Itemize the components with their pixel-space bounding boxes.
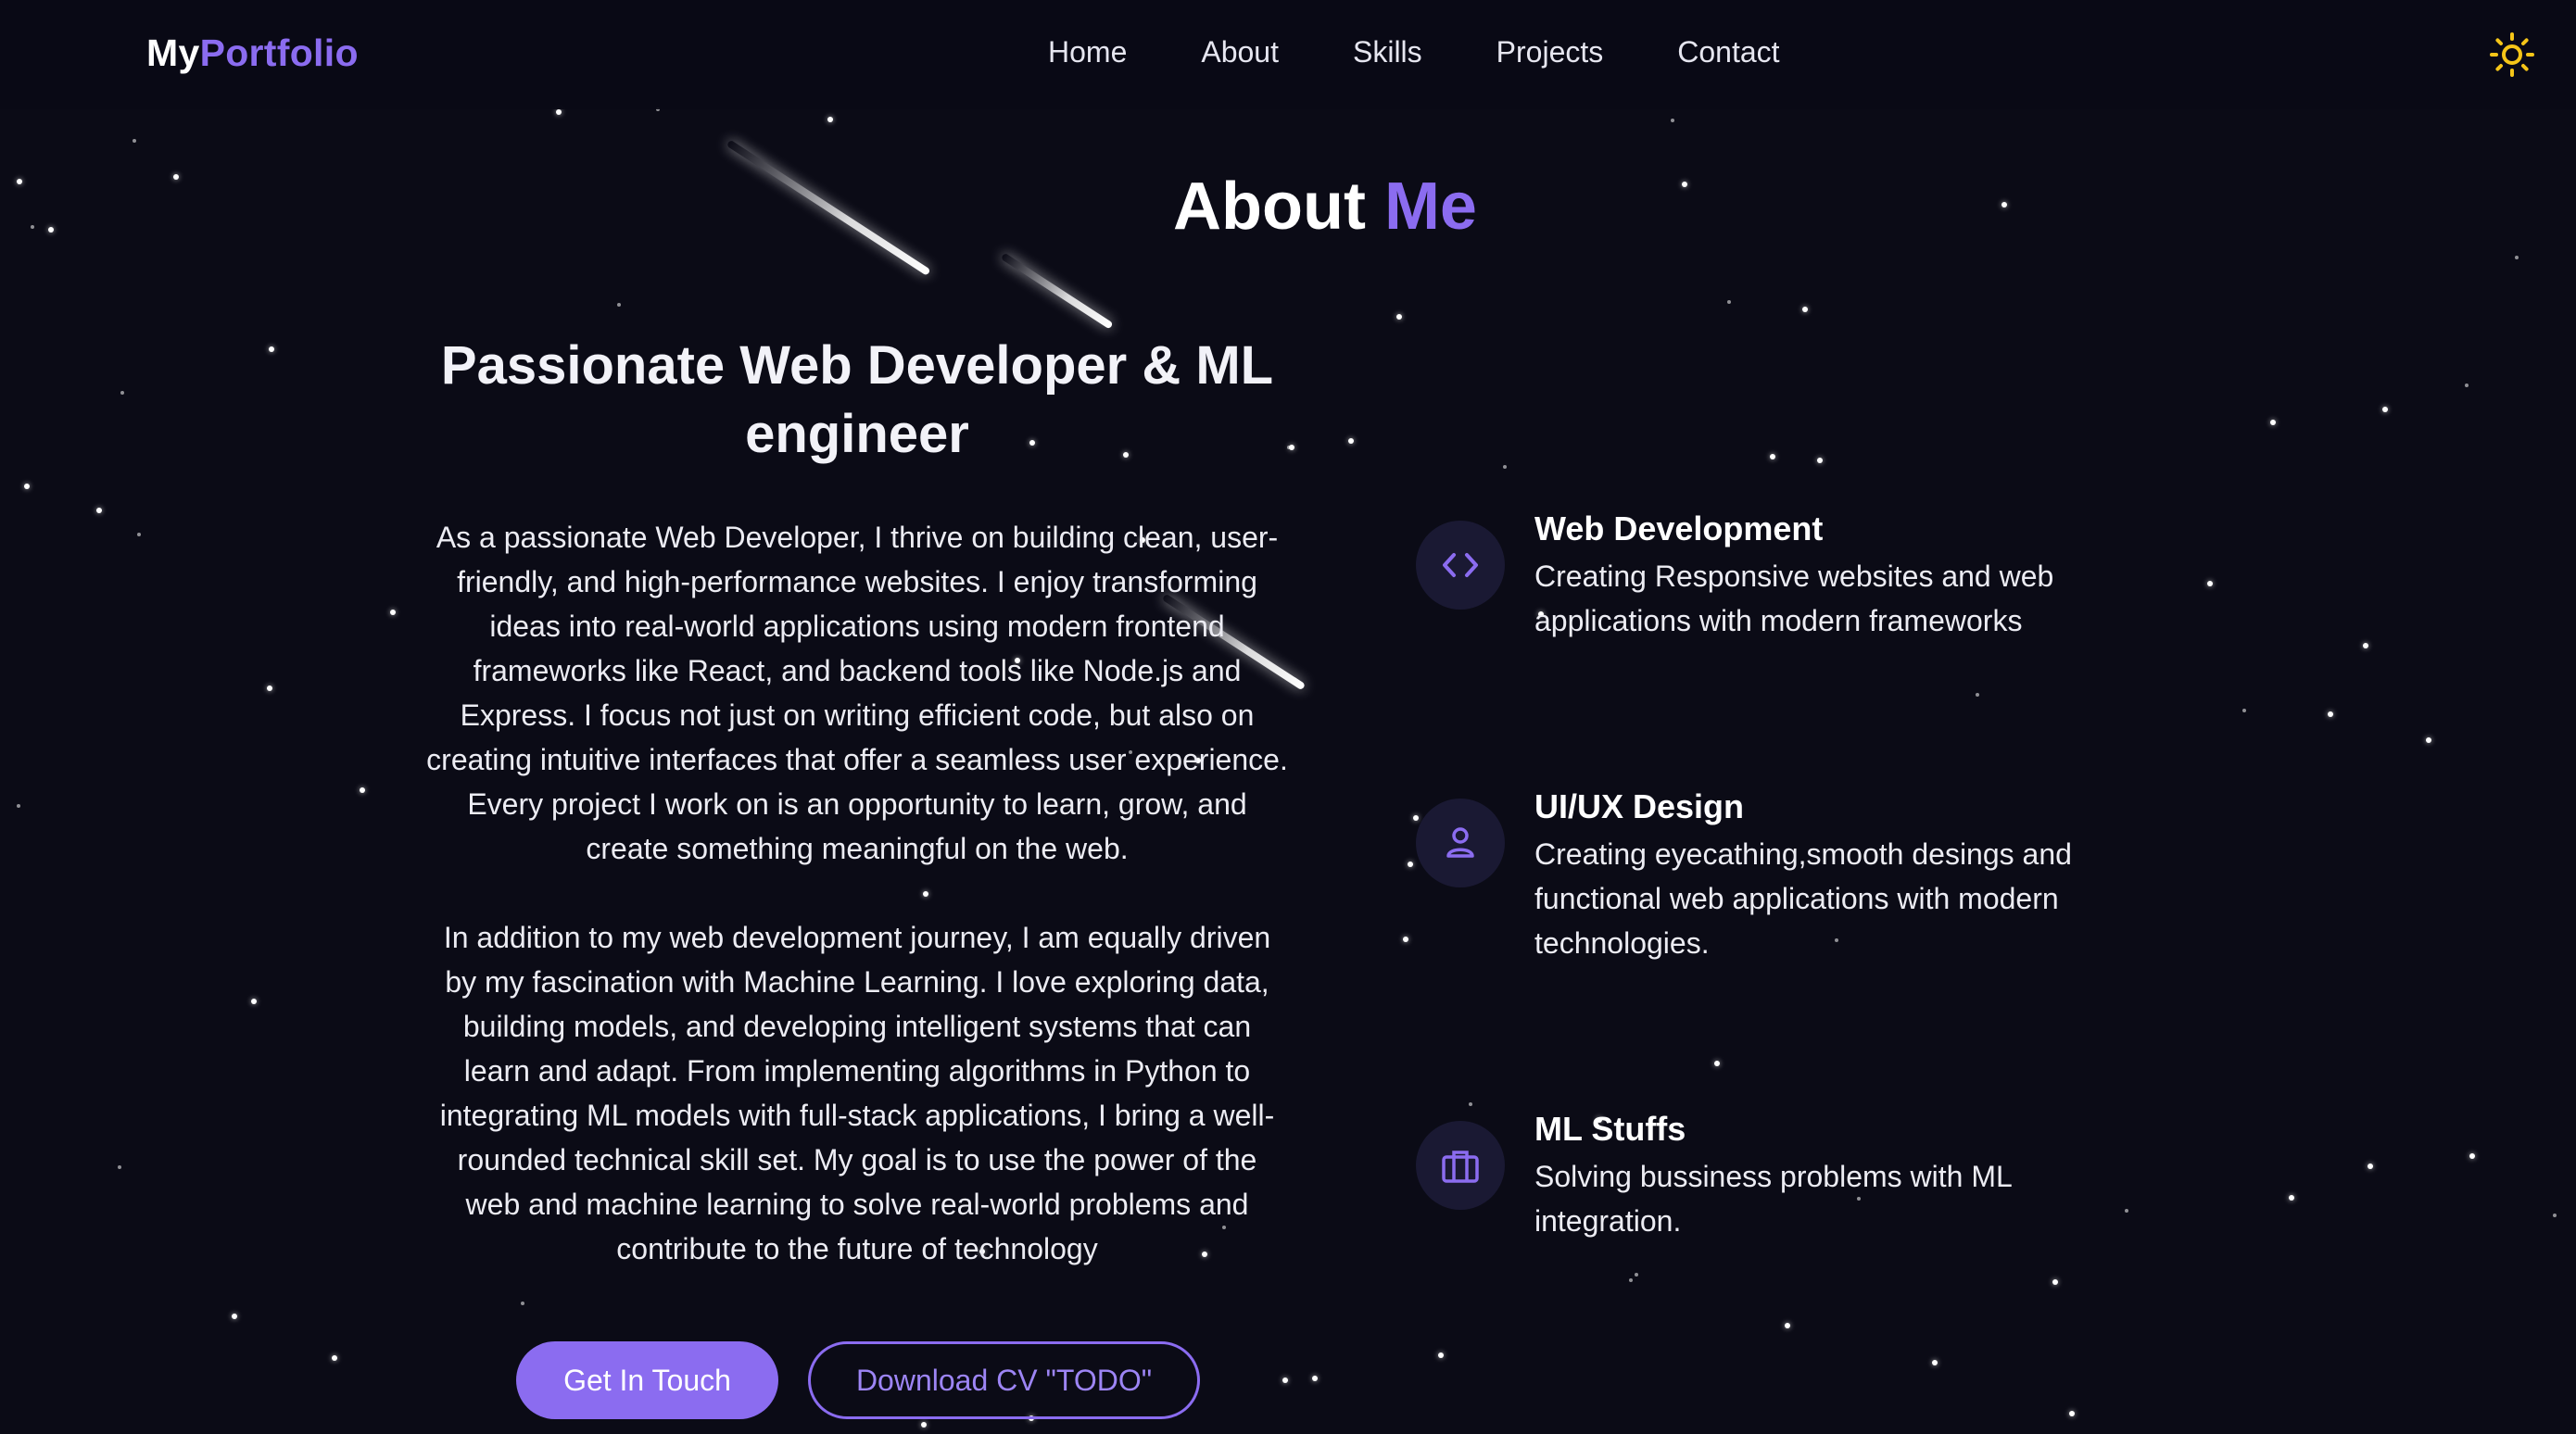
about-text-column: Passionate Web Developer & ML engineer A… (426, 332, 1288, 1265)
section-title-accent: Me (1383, 170, 1477, 244)
feature-description: Creating Responsive websites and web app… (1534, 560, 2054, 637)
nav-link-skills[interactable]: Skills (1353, 35, 1422, 69)
sun-icon (2490, 32, 2534, 77)
get-in-touch-button[interactable]: Get In Touch (516, 1341, 778, 1419)
logo-prefix: My (146, 31, 200, 74)
about-section: About Me Passionate Web Developer & ML e… (0, 0, 2576, 1434)
feature-icon-circle (1416, 521, 1505, 610)
briefcase-icon (1442, 1151, 1479, 1183)
nav-link-home[interactable]: Home (1048, 35, 1127, 69)
about-headline: Passionate Web Developer & ML engineer (440, 335, 1274, 464)
feature-icon-circle (1416, 1121, 1505, 1210)
feature-title: UI/UX Design (1534, 787, 1745, 825)
nav-links: Home About Skills Projects Contact (1048, 35, 1854, 69)
download-cv-button[interactable]: Download CV "TODO" (808, 1341, 1200, 1419)
code-icon (1443, 553, 1478, 577)
feature-description: Creating eyecathing,smooth desings and f… (1534, 837, 2072, 960)
feature-description: Solving bussiness problems with ML integ… (1534, 1160, 2012, 1238)
logo-accent: Portfolio (199, 31, 359, 74)
user-icon (1446, 827, 1474, 858)
nav-link-contact[interactable]: Contact (1677, 35, 1779, 69)
section-title: About Me (0, 169, 2576, 245)
about-paragraph-2: In addition to my web development journe… (439, 921, 1275, 1265)
section-title-prefix: About (1173, 170, 1366, 244)
nav-link-projects[interactable]: Projects (1496, 35, 1604, 69)
about-paragraph-1: As a passionate Web Developer, I thrive … (426, 521, 1288, 865)
feature-title: Web Development (1534, 509, 1824, 547)
feature-title: ML Stuffs (1534, 1110, 1686, 1148)
theme-toggle-button[interactable] (2489, 31, 2535, 78)
feature-card-ui-ux-design: UI/UX Design Creating eyecathing,smooth … (1416, 787, 2157, 973)
site-logo[interactable]: MyPortfolio (146, 31, 359, 75)
feature-card-ml-stuffs: ML Stuffs Solving bussiness problems wit… (1416, 1110, 2157, 1249)
feature-icon-circle (1416, 799, 1505, 887)
feature-card-web-development: Web Development Creating Responsive webs… (1416, 509, 2157, 695)
nav-link-about[interactable]: About (1201, 35, 1279, 69)
navbar: MyPortfolio Home About Skills Projects C… (0, 0, 2576, 109)
